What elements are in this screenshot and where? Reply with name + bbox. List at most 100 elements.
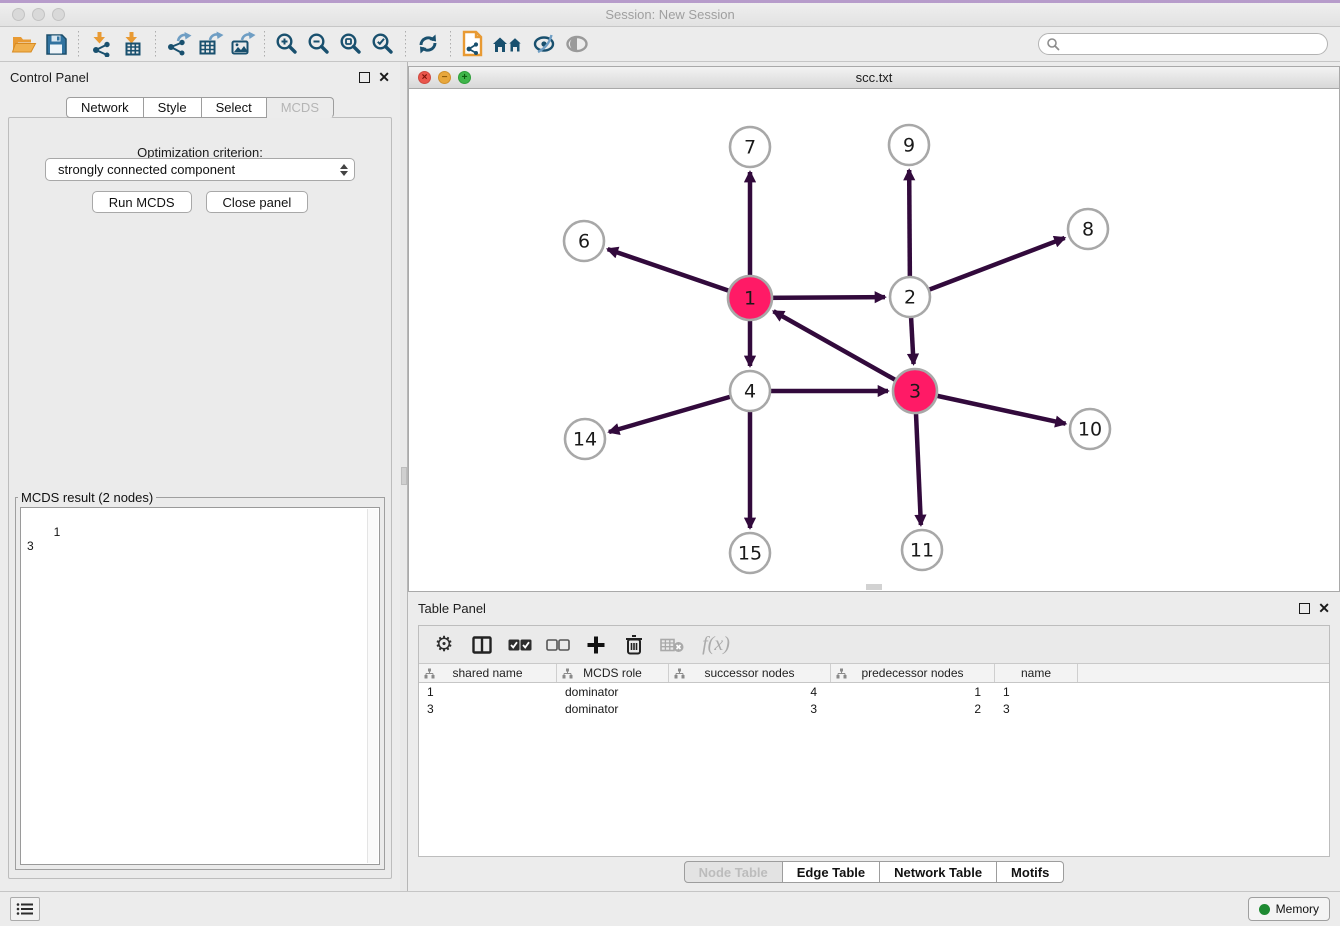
- tab-mcds[interactable]: MCDS: [267, 97, 334, 118]
- cell-MCDS-role[interactable]: dominator: [557, 700, 669, 717]
- table-settings-icon[interactable]: ⚙: [427, 630, 461, 660]
- mcds-tab-content: Optimization criterion: strongly connect…: [8, 117, 392, 879]
- criterion-dropdown[interactable]: strongly connected component: [45, 158, 355, 181]
- memory-status-icon: [1259, 904, 1270, 915]
- node-label-15: 15: [738, 543, 762, 565]
- table-panel: Table Panel ✕ ⚙: [408, 595, 1340, 890]
- node-label-11: 11: [910, 540, 934, 562]
- window-title: Session: New Session: [0, 7, 1340, 22]
- toolbar-separator: [155, 31, 156, 57]
- delete-columns-icon[interactable]: [617, 630, 651, 660]
- import-network-icon[interactable]: [85, 29, 117, 59]
- cell-shared-name[interactable]: 1: [419, 683, 557, 700]
- cell-name[interactable]: 1: [995, 683, 1078, 700]
- table-row[interactable]: 3dominator323: [419, 700, 1329, 717]
- cell-successor-nodes[interactable]: 4: [669, 683, 831, 700]
- node-label-14: 14: [573, 429, 597, 451]
- tab-style[interactable]: Style: [144, 97, 202, 118]
- table-tab-edge-table[interactable]: Edge Table: [783, 861, 880, 883]
- memory-label: Memory: [1276, 902, 1319, 916]
- column-header-predecessor-nodes[interactable]: predecessor nodes: [831, 664, 995, 682]
- edge-3-1[interactable]: [774, 311, 915, 391]
- table-tab-motifs[interactable]: Motifs: [997, 861, 1064, 883]
- edge-4-14[interactable]: [609, 391, 750, 432]
- function-builder-icon[interactable]: f(x): [693, 630, 739, 660]
- column-header-name[interactable]: name: [995, 664, 1078, 682]
- mcds-result-text[interactable]: 1 3: [20, 507, 380, 865]
- cell-shared-name[interactable]: 3: [419, 700, 557, 717]
- cell-predecessor-nodes[interactable]: 1: [831, 683, 995, 700]
- horizontal-splitter-grip[interactable]: [866, 584, 882, 590]
- toggle-graphics-details-icon[interactable]: [529, 29, 561, 59]
- vertical-splitter[interactable]: [400, 62, 408, 891]
- close-table-panel-icon[interactable]: ✕: [1318, 603, 1330, 614]
- zoom-fit-icon[interactable]: [335, 29, 367, 59]
- column-header-MCDS-role[interactable]: MCDS role: [557, 664, 669, 682]
- network-view-window: × − + scc.txt 1234678910111415: [408, 66, 1340, 592]
- network-window-title: scc.txt: [409, 70, 1339, 85]
- zoom-in-icon[interactable]: [271, 29, 303, 59]
- run-mcds-button[interactable]: Run MCDS: [92, 191, 192, 213]
- column-header-successor-nodes[interactable]: successor nodes: [669, 664, 831, 682]
- toolbar-separator: [78, 31, 79, 57]
- node-label-10: 10: [1078, 419, 1102, 441]
- column-header-shared-name[interactable]: shared name: [419, 664, 557, 682]
- import-table-icon[interactable]: [117, 29, 149, 59]
- float-table-panel-icon[interactable]: [1299, 603, 1310, 614]
- open-session-icon[interactable]: [8, 29, 40, 59]
- task-history-icon[interactable]: [10, 897, 40, 921]
- node-label-7: 7: [744, 137, 756, 159]
- export-network-icon[interactable]: [162, 29, 194, 59]
- table-tab-network-table[interactable]: Network Table: [880, 861, 997, 883]
- control-panel-tabs: NetworkStyleSelectMCDS: [0, 97, 400, 118]
- select-all-icon[interactable]: [503, 630, 537, 660]
- tab-network[interactable]: Network: [66, 97, 144, 118]
- node-label-3: 3: [909, 381, 921, 403]
- show-hide-graphics-icon[interactable]: [561, 29, 593, 59]
- tab-select[interactable]: Select: [202, 97, 267, 118]
- splitter-grip[interactable]: [401, 467, 407, 485]
- criterion-value: strongly connected component: [58, 162, 235, 177]
- memory-button[interactable]: Memory: [1248, 897, 1330, 921]
- cell-name[interactable]: 3: [995, 700, 1078, 717]
- export-image-icon[interactable]: [226, 29, 258, 59]
- save-session-icon[interactable]: [40, 29, 72, 59]
- window-frame-edge: [0, 0, 1340, 3]
- network-canvas[interactable]: 1234678910111415: [409, 89, 1339, 591]
- toolbar-separator: [264, 31, 265, 57]
- main-toolbar: [0, 27, 1340, 62]
- toolbar-separator: [405, 31, 406, 57]
- first-neighbors-icon[interactable]: [489, 29, 529, 59]
- control-panel-title: Control Panel: [10, 70, 89, 85]
- table-panel-tabs: Node TableEdge TableNetwork TableMotifs: [408, 861, 1340, 883]
- show-columns-icon[interactable]: [465, 630, 499, 660]
- add-column-icon[interactable]: [579, 630, 613, 660]
- table-tab-node-table[interactable]: Node Table: [684, 861, 783, 883]
- close-panel-button[interactable]: Close panel: [206, 191, 309, 213]
- control-panel: Control Panel ✕ NetworkStyleSelectMCDS O…: [0, 62, 400, 891]
- result-scrollbar[interactable]: [367, 509, 378, 863]
- clone-network-icon[interactable]: [457, 29, 489, 59]
- cell-successor-nodes[interactable]: 3: [669, 700, 831, 717]
- search-icon: [1046, 37, 1060, 56]
- table-panel-header: Table Panel ✕: [408, 595, 1340, 621]
- delete-table-icon[interactable]: [655, 630, 689, 660]
- export-table-icon[interactable]: [194, 29, 226, 59]
- float-panel-icon[interactable]: [359, 72, 370, 83]
- table-row[interactable]: 1dominator411: [419, 683, 1329, 700]
- network-window-titlebar[interactable]: × − + scc.txt: [409, 67, 1339, 89]
- close-panel-icon[interactable]: ✕: [378, 72, 390, 83]
- cell-predecessor-nodes[interactable]: 2: [831, 700, 995, 717]
- network-graph: 1234678910111415: [409, 89, 1339, 592]
- deselect-all-icon[interactable]: [541, 630, 575, 660]
- node-label-1: 1: [744, 288, 756, 310]
- status-bar: Memory: [0, 891, 1340, 926]
- refresh-view-icon[interactable]: [412, 29, 444, 59]
- cell-MCDS-role[interactable]: dominator: [557, 683, 669, 700]
- zoom-selected-icon[interactable]: [367, 29, 399, 59]
- search-container: [1038, 33, 1328, 55]
- node-table-header-row: shared nameMCDS rolesuccessor nodesprede…: [419, 664, 1329, 683]
- search-input[interactable]: [1038, 33, 1328, 55]
- edge-2-8[interactable]: [910, 238, 1065, 297]
- zoom-out-icon[interactable]: [303, 29, 335, 59]
